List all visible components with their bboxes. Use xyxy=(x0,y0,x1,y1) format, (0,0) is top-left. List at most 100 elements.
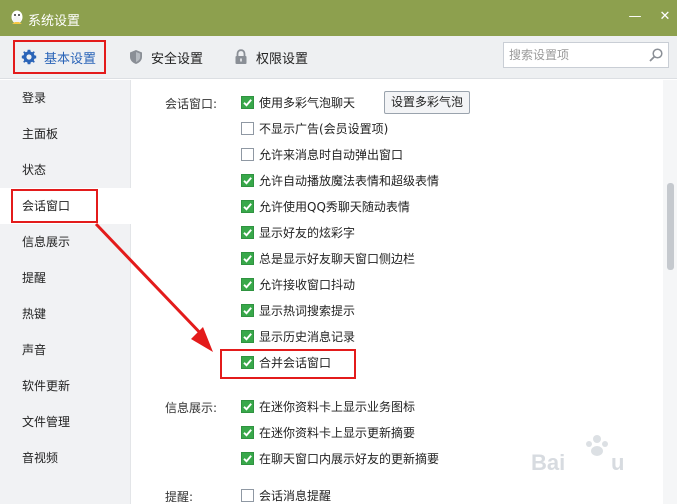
chat-window-option[interactable]: 总是显示好友聊天窗口侧边栏 xyxy=(241,249,415,267)
option-label: 会话消息提醒 xyxy=(259,488,332,503)
checkmark-icon xyxy=(243,98,252,107)
sidebar-item-login[interactable]: 登录 xyxy=(0,80,131,116)
option-label: 总是显示好友聊天窗口侧边栏 xyxy=(259,251,416,266)
tab-permission-settings[interactable]: 权限设置 xyxy=(233,40,308,74)
chat-window-option[interactable]: 显示热词搜索提示 xyxy=(241,301,355,319)
checkmark-icon xyxy=(243,332,252,341)
option-label: 允许使用QQ秀聊天随动表情 xyxy=(259,199,410,214)
sidebar-item-file-management[interactable]: 文件管理 xyxy=(0,404,131,440)
svg-text:Bai: Bai xyxy=(531,450,565,475)
checkmark-icon xyxy=(243,202,252,211)
checkbox-checked[interactable] xyxy=(241,399,254,413)
chat-window-option[interactable]: 不显示广告(会员设置项) xyxy=(241,119,388,137)
chat-window-option[interactable]: 显示历史消息记录 xyxy=(241,327,355,345)
checkbox-checked[interactable] xyxy=(241,251,254,265)
checkmark-icon xyxy=(243,428,252,437)
svg-text:u: u xyxy=(611,450,624,475)
sidebar-item-label: 热键 xyxy=(22,307,47,321)
sidebar-item-audio-video[interactable]: 音视频 xyxy=(0,440,131,476)
checkbox-checked[interactable] xyxy=(241,173,254,187)
checkmark-icon xyxy=(243,306,252,315)
section-label-reminder: 提醒: xyxy=(165,490,194,504)
checkbox-checked[interactable] xyxy=(241,225,254,239)
search-box xyxy=(503,42,669,68)
tab-basic-settings[interactable]: 基本设置 xyxy=(13,40,107,74)
sidebar-item-label: 主面板 xyxy=(22,127,59,141)
checkmark-icon xyxy=(243,454,252,463)
checkbox-checked[interactable] xyxy=(241,451,254,465)
sidebar: 登录 主面板 状态 会话窗口 信息展示 提醒 热键 声音 软件更新 文件管理 音… xyxy=(0,80,131,504)
sidebar-item-software-update[interactable]: 软件更新 xyxy=(0,368,131,404)
chat-window-option[interactable]: 使用多彩气泡聊天 xyxy=(241,93,355,111)
sidebar-item-status[interactable]: 状态 xyxy=(0,152,131,188)
checkbox-checked[interactable] xyxy=(241,425,254,439)
checkmark-icon xyxy=(243,280,252,289)
sidebar-item-label: 文件管理 xyxy=(22,415,71,429)
option-label: 在迷你资料卡上显示更新摘要 xyxy=(259,425,416,440)
search-icon[interactable] xyxy=(648,47,664,63)
option-label: 在聊天窗口内展示好友的更新摘要 xyxy=(259,451,440,466)
checkbox-checked[interactable] xyxy=(241,199,254,213)
sidebar-item-label: 状态 xyxy=(22,163,47,177)
sidebar-item-label: 软件更新 xyxy=(22,379,71,393)
sidebar-item-label: 音视频 xyxy=(22,451,59,465)
option-label: 显示热词搜索提示 xyxy=(259,303,356,318)
sidebar-item-chat-window[interactable]: 会话窗口 xyxy=(0,188,131,224)
gear-icon xyxy=(21,49,37,65)
close-button[interactable]: ✕ xyxy=(656,8,674,26)
section-label-chat-window: 会话窗口: xyxy=(165,97,218,111)
sidebar-item-hotkeys[interactable]: 热键 xyxy=(0,296,131,332)
checkbox-unchecked[interactable] xyxy=(241,147,254,161)
checkmark-icon xyxy=(243,228,252,237)
search-input[interactable] xyxy=(504,43,644,67)
checkbox-unchecked[interactable] xyxy=(241,488,254,502)
chat-window-option[interactable]: 允许自动播放魔法表情和超级表情 xyxy=(241,171,439,189)
reminder-option[interactable]: 会话消息提醒 xyxy=(241,486,331,504)
option-label: 允许来消息时自动弹出窗口 xyxy=(259,147,404,162)
lock-icon xyxy=(235,49,247,64)
scrollbar-thumb[interactable] xyxy=(667,183,674,270)
checkbox-checked[interactable] xyxy=(241,303,254,317)
section-label-info-display: 信息展示: xyxy=(165,401,218,415)
checkmark-icon xyxy=(243,176,252,185)
title-bar: 系统设置 — ✕ xyxy=(0,0,677,36)
chat-window-option[interactable]: 允许来消息时自动弹出窗口 xyxy=(241,145,403,163)
info-display-option[interactable]: 在迷你资料卡上显示更新摘要 xyxy=(241,423,415,441)
option-label: 在迷你资料卡上显示业务图标 xyxy=(259,399,416,414)
option-label: 允许自动播放魔法表情和超级表情 xyxy=(259,173,440,188)
checkbox-checked[interactable] xyxy=(241,329,254,343)
sidebar-item-label: 提醒 xyxy=(22,271,47,285)
checkbox-unchecked[interactable] xyxy=(241,121,254,135)
option-label: 显示好友的炫彩字 xyxy=(259,225,356,240)
sidebar-item-label: 登录 xyxy=(22,91,47,105)
tab-permission-settings-label: 权限设置 xyxy=(256,51,309,67)
set-colorful-bubble-button[interactable]: 设置多彩气泡 xyxy=(384,91,471,114)
window-title: 系统设置 xyxy=(28,14,81,29)
chat-window-option[interactable]: 显示好友的炫彩字 xyxy=(241,223,355,241)
info-display-option[interactable]: 在迷你资料卡上显示业务图标 xyxy=(241,397,415,415)
checkbox-checked[interactable] xyxy=(241,277,254,291)
option-label: 不显示广告(会员设置项) xyxy=(259,121,389,136)
option-label: 使用多彩气泡聊天 xyxy=(259,95,356,110)
annotation-highlight-box xyxy=(220,349,356,379)
tab-security-settings-label: 安全设置 xyxy=(151,51,204,67)
sidebar-item-info-display[interactable]: 信息展示 xyxy=(0,224,131,260)
toolbar: 基本设置 安全设置 权限设置 xyxy=(0,36,677,79)
info-display-option[interactable]: 在聊天窗口内展示好友的更新摘要 xyxy=(241,449,439,467)
watermark-logo: Bai u xyxy=(531,435,624,475)
sidebar-item-reminder[interactable]: 提醒 xyxy=(0,260,131,296)
minimize-button[interactable]: — xyxy=(626,8,644,26)
checkmark-icon xyxy=(243,254,252,263)
chat-window-option[interactable]: 允许使用QQ秀聊天随动表情 xyxy=(241,197,410,215)
sidebar-item-sound[interactable]: 声音 xyxy=(0,332,131,368)
annotation-highlight-box xyxy=(11,189,98,223)
option-label: 显示历史消息记录 xyxy=(259,329,356,344)
checkbox-checked[interactable] xyxy=(241,95,254,109)
tab-basic-settings-label: 基本设置 xyxy=(44,51,97,67)
shield-icon xyxy=(130,50,142,64)
option-label: 允许接收窗口抖动 xyxy=(259,277,356,292)
chat-window-option[interactable]: 允许接收窗口抖动 xyxy=(241,275,355,293)
tab-security-settings[interactable]: 安全设置 xyxy=(128,40,203,74)
sidebar-item-main-panel[interactable]: 主面板 xyxy=(0,116,131,152)
sidebar-item-label: 信息展示 xyxy=(22,235,71,249)
